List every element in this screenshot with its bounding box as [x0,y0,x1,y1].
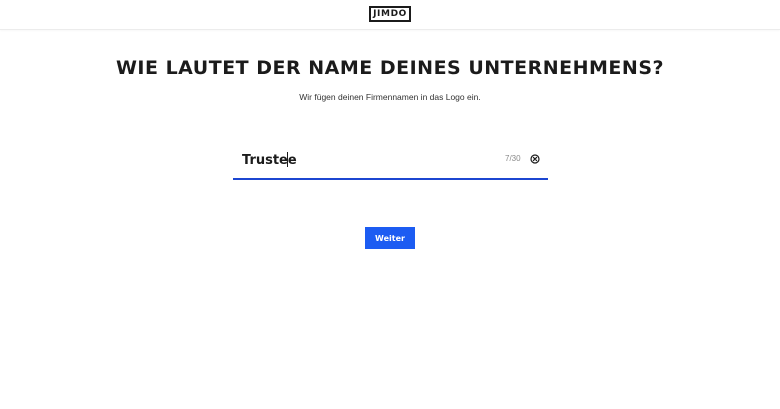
logo-text: JIMDO [373,9,407,19]
company-name-field: 7/30 [233,143,548,180]
page-subtitle: Wir fügen deinen Firmennamen in das Logo… [299,92,481,102]
character-counter: 7/30 [505,154,521,163]
company-name-input[interactable] [242,148,492,172]
page-title: WIE LAUTET DER NAME DEINES UNTERNEHMENS? [115,57,665,79]
top-bar: JIMDO [0,0,780,30]
clear-input-button[interactable] [529,153,541,165]
page: JIMDO WIE LAUTET DER NAME DEINES UNTERNE… [0,0,780,409]
circle-x-icon [530,154,540,164]
continue-button[interactable]: Weiter [365,227,415,249]
text-cursor [287,152,288,167]
jimdo-logo[interactable]: JIMDO [369,6,411,22]
